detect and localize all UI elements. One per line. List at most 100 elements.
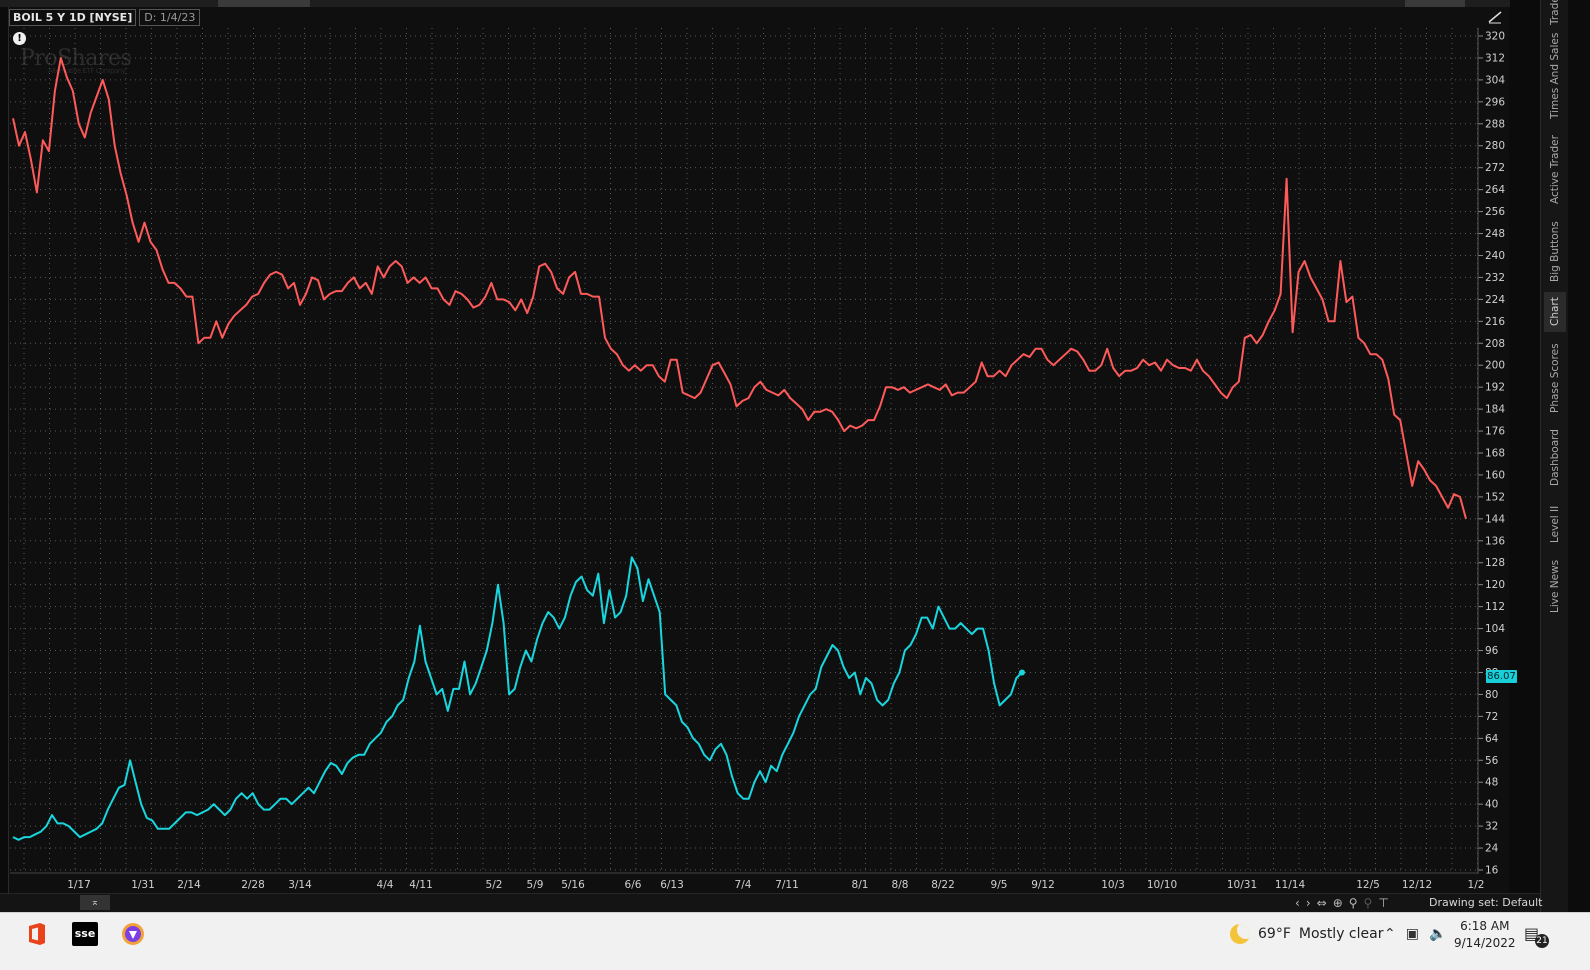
y-tick-label: 136 [1485, 535, 1505, 547]
chevron-up-icon[interactable]: ⌃ [1384, 926, 1396, 942]
network-icon[interactable]: ▣ [1406, 926, 1419, 942]
x-tick-label: 10/10 [1147, 879, 1177, 891]
x-tick-label: 1/31 [131, 879, 155, 891]
x-tick-label: 2/14 [177, 879, 201, 891]
y-tick-label: 288 [1485, 118, 1505, 130]
series-line-cyan [12, 556, 1023, 841]
chart-style-icon[interactable] [1487, 10, 1503, 24]
clock-time: 6:18 AM [1460, 919, 1510, 933]
y-tick-label: 176 [1485, 426, 1505, 438]
weather-widget[interactable]: 69°F Mostly clear [1230, 924, 1383, 944]
y-tick-label: 96 [1485, 645, 1499, 657]
x-tick-label: 5/9 [527, 879, 544, 891]
x-tick-label: 8/8 [892, 879, 909, 891]
y-tick-label: 280 [1485, 140, 1505, 152]
y-tick-label: 312 [1485, 52, 1505, 64]
browser-icon[interactable] [120, 922, 146, 946]
y-tick-label: 264 [1485, 184, 1505, 196]
alert-icon[interactable]: ! [13, 32, 26, 45]
y-tick-label: 72 [1485, 711, 1498, 723]
x-tick-label: 10/3 [1101, 879, 1125, 891]
date-label: D: 1/4/23 [139, 8, 201, 26]
y-tick-label: 16 [1485, 865, 1499, 877]
y-tick-label: 56 [1485, 755, 1499, 767]
y-tick-label: 112 [1485, 601, 1505, 613]
x-tick-label: 8/22 [931, 879, 955, 891]
y-tick-label: 64 [1485, 733, 1499, 745]
moon-icon [1230, 924, 1250, 944]
tab-chart[interactable]: Chart [1544, 292, 1566, 332]
right-scroll-area [1568, 0, 1590, 912]
notification-center-icon[interactable]: ▤ 21 [1524, 924, 1550, 948]
y-tick-label: 40 [1485, 799, 1498, 811]
x-tick-label: 9/12 [1031, 879, 1055, 891]
y-tick-label: 320 [1485, 31, 1505, 43]
x-tick-label: 11/14 [1275, 879, 1306, 891]
tab-trade[interactable]: Trade [1544, 0, 1566, 25]
y-tick-label: 216 [1485, 316, 1505, 328]
x-tick-label: 3/14 [288, 879, 312, 891]
last-price-dot [1019, 669, 1025, 676]
x-tick-label: 8/1 [852, 879, 869, 891]
x-tick-label: 5/2 [486, 879, 503, 891]
x-tick-label: 6/13 [660, 879, 684, 891]
volume-icon[interactable]: 🔈 [1429, 926, 1446, 942]
x-tick-label: 1/2 [1468, 879, 1485, 891]
sse-app-icon[interactable]: sse [72, 922, 98, 946]
y-tick-label: 256 [1485, 206, 1505, 218]
y-tick-label: 184 [1485, 404, 1505, 416]
chart-header: BOIL 5 Y 1D [NYSE] D: 1/4/23 [9, 8, 201, 26]
x-tick-label: 5/16 [561, 879, 585, 891]
y-tick-label: 32 [1485, 821, 1498, 833]
y-tick-label: 152 [1485, 491, 1505, 503]
x-tick-label: 4/11 [409, 879, 433, 891]
x-tick-label: 2/28 [241, 879, 265, 891]
x-tick-label: 6/6 [625, 879, 642, 891]
weather-temp: 69°F [1258, 926, 1291, 942]
tab-active-trader[interactable]: Active Trader [1544, 130, 1566, 210]
tab-big-buttons[interactable]: Big Buttons [1544, 218, 1566, 286]
y-tick-label: 128 [1485, 557, 1505, 569]
y-tick-label: 200 [1485, 360, 1505, 372]
tab-phase-scores[interactable]: Phase Scores [1544, 340, 1566, 416]
x-tick-label: 12/5 [1356, 879, 1380, 891]
y-tick-label: 120 [1485, 579, 1505, 591]
y-tick-label: 296 [1485, 96, 1505, 108]
y-tick-label: 160 [1485, 469, 1505, 481]
x-tick-label: 1/17 [67, 879, 91, 891]
tab-times-and-sales[interactable]: Times And Sales [1544, 30, 1566, 122]
y-tick-label: 24 [1485, 843, 1499, 855]
system-clock[interactable]: 6:18 AM 9/14/2022 [1454, 918, 1516, 952]
y-tick-label: 144 [1485, 513, 1505, 525]
y-tick-label: 80 [1485, 689, 1498, 701]
y-tick-label: 240 [1485, 250, 1505, 262]
y-tick-label: 208 [1485, 338, 1505, 350]
y-tick-label: 232 [1485, 272, 1505, 284]
x-tick-label: 12/12 [1402, 879, 1432, 891]
office-icon[interactable] [23, 922, 49, 946]
x-tick-label: 10/31 [1227, 879, 1257, 891]
y-tick-label: 224 [1485, 294, 1505, 306]
notification-badge: 21 [1535, 934, 1549, 948]
x-tick-label: 7/11 [775, 879, 799, 891]
clock-date: 9/14/2022 [1454, 936, 1516, 950]
y-tick-label: 272 [1485, 162, 1505, 174]
weather-desc: Mostly clear [1298, 926, 1384, 942]
tab-dashboard[interactable]: Dashboard [1544, 424, 1566, 492]
tab-live-news[interactable]: Live News [1544, 556, 1566, 616]
symbol-label[interactable]: BOIL 5 Y 1D [NYSE] [9, 8, 137, 26]
y-tick-label: 48 [1485, 777, 1498, 789]
system-tray: ⌃ ▣ 🔈 [1384, 926, 1446, 942]
right-sidebar-tabs: Trade Times And Sales Active Trader Big … [1540, 0, 1569, 912]
tab-level-ii[interactable]: Level II [1544, 500, 1566, 548]
x-tick-label: 4/4 [377, 879, 394, 891]
y-tick-label: 168 [1485, 448, 1505, 460]
price-chart[interactable]: 1624324048566472808896104112120128136144… [0, 0, 1540, 912]
x-tick-label: 9/5 [991, 879, 1008, 891]
y-tick-label: 192 [1485, 382, 1505, 394]
y-tick-label: 248 [1485, 228, 1505, 240]
y-tick-label: 304 [1485, 74, 1505, 86]
y-tick-label: 104 [1485, 623, 1505, 635]
x-tick-label: 7/4 [735, 879, 752, 891]
last-price-tag: 86.07 [1486, 670, 1517, 683]
